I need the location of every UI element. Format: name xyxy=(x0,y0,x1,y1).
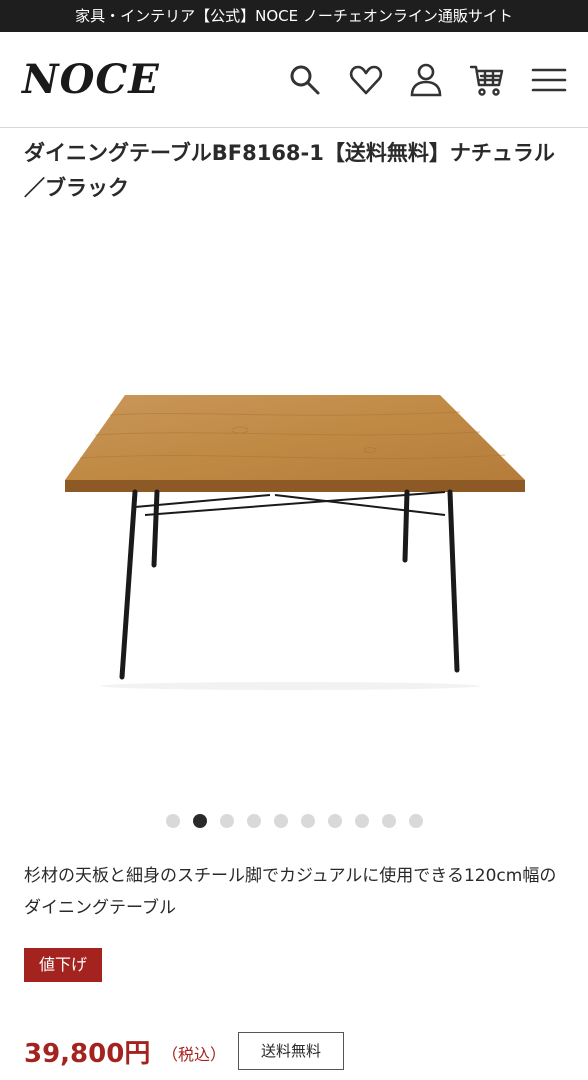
carousel-dots xyxy=(166,814,423,828)
announcement-bar: 家具・インテリア【公式】NOCE ノーチェオンライン通販サイト xyxy=(0,0,588,32)
free-shipping-tag: 送料無料 xyxy=(238,1032,344,1070)
carousel-dot[interactable] xyxy=(274,814,288,828)
site-logo[interactable]: NOCE xyxy=(22,54,160,106)
product-image[interactable] xyxy=(40,370,550,700)
product-description: 杉材の天板と細身のスチール脚でカジュアルに使用できる120cm幅のダイニングテー… xyxy=(24,866,557,918)
site-header: NOCE xyxy=(0,32,588,128)
heart-icon[interactable] xyxy=(346,60,386,100)
carousel-dot[interactable] xyxy=(193,814,207,828)
carousel-dot[interactable] xyxy=(247,814,261,828)
search-icon[interactable] xyxy=(285,60,325,100)
user-icon[interactable] xyxy=(406,60,446,100)
carousel-dot[interactable] xyxy=(220,814,234,828)
carousel-dot[interactable] xyxy=(409,814,423,828)
carousel-dot[interactable] xyxy=(328,814,342,828)
cart-icon[interactable] xyxy=(467,60,507,100)
menu-icon[interactable] xyxy=(529,60,569,100)
carousel-dot[interactable] xyxy=(355,814,369,828)
product-title: ダイニングテーブルBF8168-1【送料無料】ナチュラル／ブラック xyxy=(24,141,555,200)
announcement-text: 家具・インテリア【公式】NOCE ノーチェオンライン通販サイト xyxy=(75,7,513,25)
carousel-dot[interactable] xyxy=(382,814,396,828)
carousel-dot[interactable] xyxy=(166,814,180,828)
tax-note: （税込） xyxy=(162,1045,227,1064)
price-drop-badge: 値下げ xyxy=(24,948,103,982)
carousel-dot[interactable] xyxy=(301,814,315,828)
product-price: 39,800円 xyxy=(24,1039,151,1069)
